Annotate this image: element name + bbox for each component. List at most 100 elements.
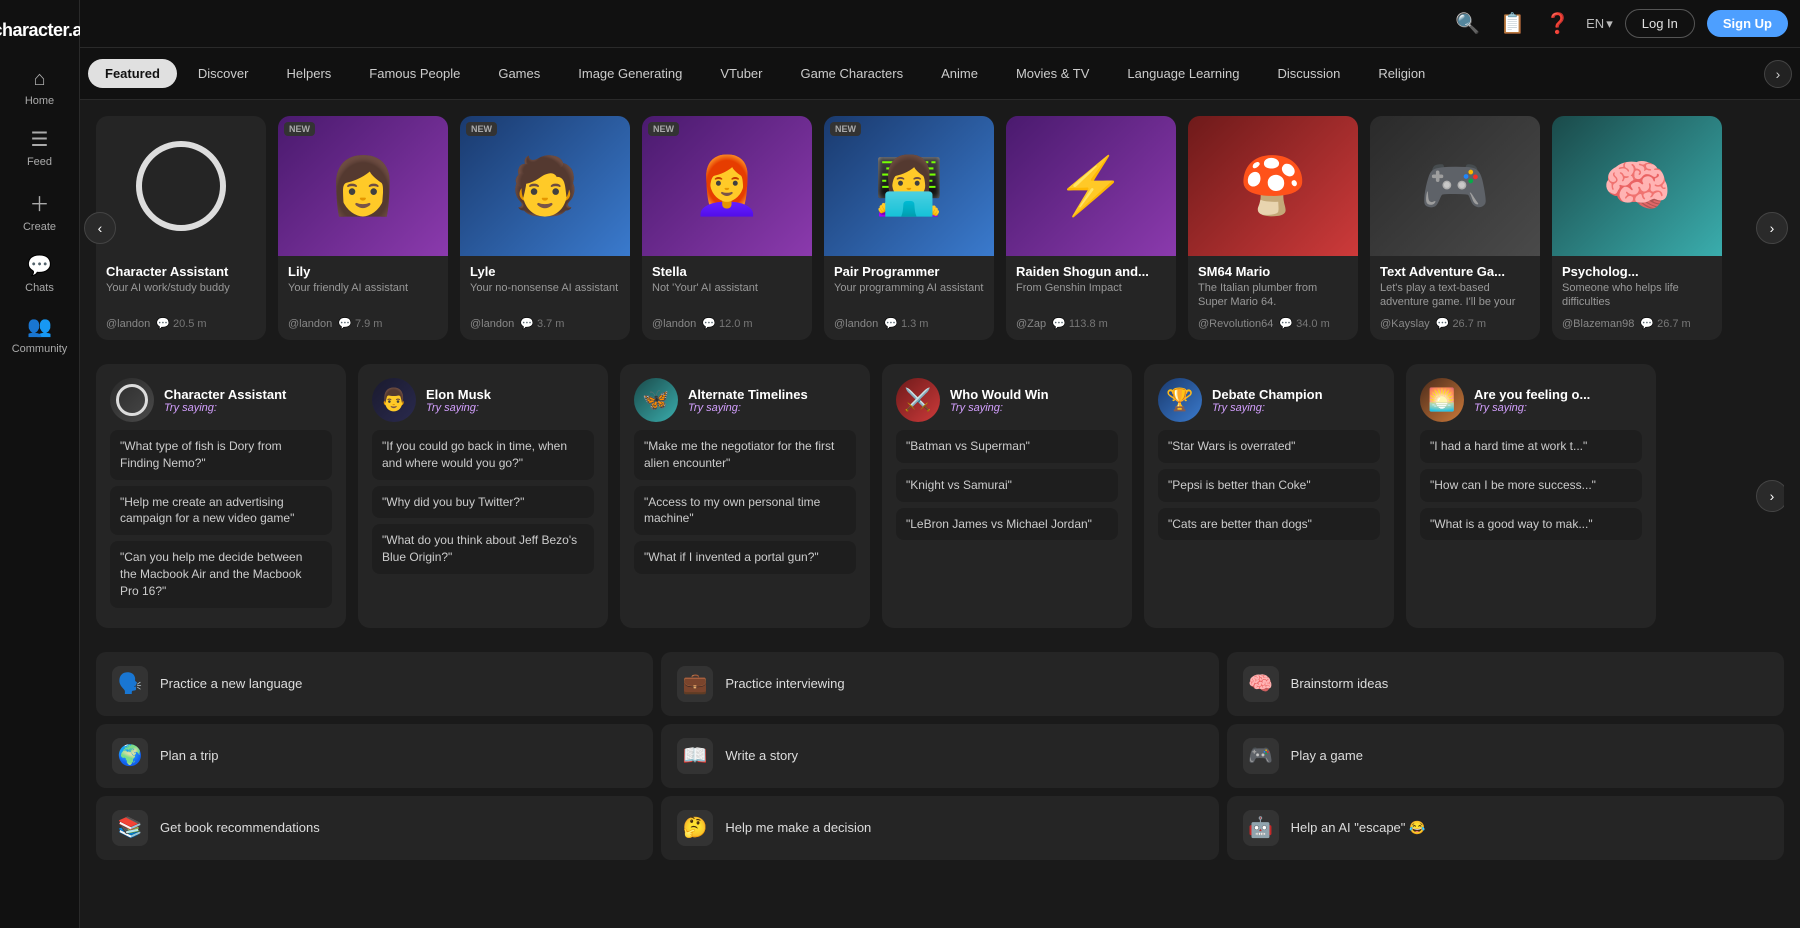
tab-image[interactable]: Image Generating [561,59,699,88]
tab-game-chars[interactable]: Game Characters [783,59,920,88]
quick-action-label: Get book recommendations [160,820,320,835]
try-prompt[interactable]: "Why did you buy Twitter?" [372,486,594,519]
tab-vtuber[interactable]: VTuber [703,59,779,88]
quick-action-book-rec[interactable]: 📚 Get book recommendations [96,796,653,860]
login-button[interactable]: Log In [1625,9,1695,38]
tab-discover[interactable]: Discover [181,59,266,88]
try-prompt[interactable]: "What do you think about Jeff Bezo's Blu… [372,524,594,574]
char-card[interactable]: 👩 NEW Lily Your friendly AI assistant @l… [278,116,448,340]
try-prompt[interactable]: "Pepsi is better than Coke" [1158,469,1380,502]
bookmark-icon[interactable]: 📋 [1496,7,1529,40]
try-prompt[interactable]: "Access to my own personal time machine" [634,486,856,536]
char-card-name: Stella [652,264,802,279]
char-card-meta: @Revolution64 💬 34.0 m [1198,317,1348,330]
quick-action-icon: 🎮 [1243,738,1279,774]
char-card[interactable]: 🎮 Text Adventure Ga... Let's play a text… [1370,116,1540,340]
carousel-prev-button[interactable]: ‹ [84,212,116,244]
help-icon[interactable]: ❓ [1541,7,1574,40]
quick-action-practice-lang[interactable]: 🗣️ Practice a new language [96,652,653,716]
char-card[interactable]: ⚡ Raiden Shogun and... From Genshin Impa… [1006,116,1176,340]
char-card[interactable]: 🧠 Psycholog... Someone who helps life di… [1552,116,1722,340]
try-prompt[interactable]: "Knight vs Samurai" [896,469,1118,502]
try-card[interactable]: 🦋 Alternate Timelines Try saying: "Make … [620,364,870,628]
try-prompt[interactable]: "Cats are better than dogs" [1158,508,1380,541]
char-card-chats: 💬 26.7 m [1436,317,1486,330]
try-card-name: Are you feeling o... [1474,387,1590,402]
quick-action-label: Plan a trip [160,748,219,763]
tab-famous[interactable]: Famous People [352,59,477,88]
try-card-name: Debate Champion [1212,387,1323,402]
try-card-header: 🌅 Are you feeling o... Try saying: [1420,378,1642,422]
char-card-desc: Let's play a text-based adventure game. … [1380,281,1530,309]
try-prompt[interactable]: "Make me the negotiator for the first al… [634,430,856,480]
sidebar-item-chats[interactable]: 💬 Chats [0,243,79,304]
try-prompt[interactable]: "Star Wars is overrated" [1158,430,1380,463]
try-card[interactable]: ⚔️ Who Would Win Try saying: "Batman vs … [882,364,1132,628]
search-icon[interactable]: 🔍 [1451,7,1484,40]
try-prompt[interactable]: "How can I be more success..." [1420,469,1642,502]
sidebar-item-home[interactable]: ⌂ Home [0,58,79,117]
tabs-scroll-right[interactable]: › [1764,60,1792,88]
quick-action-play-game[interactable]: 🎮 Play a game [1227,724,1784,788]
try-card-names: Character Assistant Try saying: [164,387,286,414]
quick-action-practice-interview[interactable]: 💼 Practice interviewing [661,652,1218,716]
chats-icon: 💬 [27,253,52,278]
tab-lang-learn[interactable]: Language Learning [1110,59,1256,88]
try-card[interactable]: 🌅 Are you feeling o... Try saying: "I ha… [1406,364,1656,628]
char-card-author: @Revolution64 [1198,318,1273,330]
sidebar-item-feed[interactable]: ☰ Feed [0,117,79,178]
sidebar-label-home: Home [25,95,54,107]
try-card[interactable]: 👨 Elon Musk Try saying: "If you could go… [358,364,608,628]
quick-action-label: Practice a new language [160,676,302,691]
char-card[interactable]: Character Assistant Your AI work/study b… [96,116,266,340]
try-prompt[interactable]: "I had a hard time at work t..." [1420,430,1642,463]
try-prompt[interactable]: "Can you help me decide between the Macb… [110,541,332,607]
sidebar-label-community: Community [12,343,68,355]
lang-selector[interactable]: EN ▾ [1586,16,1613,32]
try-prompt[interactable]: "What type of fish is Dory from Finding … [110,430,332,480]
tab-movies[interactable]: Movies & TV [999,59,1106,88]
sidebar-item-community[interactable]: 👥 Community [0,304,79,365]
sidebar: character.ai ⌂ Home ☰ Feed ＋ Create 💬 Ch… [0,0,80,928]
char-card[interactable]: 👩‍🦰 NEW Stella Not 'Your' AI assistant @… [642,116,812,340]
try-prompt[interactable]: "Batman vs Superman" [896,430,1118,463]
home-icon: ⌂ [33,68,45,91]
try-prompt[interactable]: "What if I invented a portal gun?" [634,541,856,574]
try-scroll-right[interactable]: › [1756,480,1784,512]
quick-action-label: Brainstorm ideas [1291,676,1389,691]
try-card[interactable]: 🏆 Debate Champion Try saying: "Star Wars… [1144,364,1394,628]
sidebar-item-create[interactable]: ＋ Create [0,178,79,243]
try-avatar: 🌅 [1420,378,1464,422]
carousel-next-button[interactable]: › [1756,212,1788,244]
char-card[interactable]: 🍄 SM64 Mario The Italian plumber from Su… [1188,116,1358,340]
quick-action-make-decision[interactable]: 🤔 Help me make a decision [661,796,1218,860]
char-card-meta: @landon 💬 1.3 m [834,317,984,330]
try-card-name: Character Assistant [164,387,286,402]
try-prompt[interactable]: "If you could go back in time, when and … [372,430,594,480]
tab-games[interactable]: Games [481,59,557,88]
char-card-name: Text Adventure Ga... [1380,264,1530,279]
tab-religion[interactable]: Religion [1361,59,1442,88]
try-card[interactable]: Character Assistant Try saying: "What ty… [96,364,346,628]
try-avatar: 🏆 [1158,378,1202,422]
tab-featured[interactable]: Featured [88,59,177,88]
quick-action-ai-escape[interactable]: 🤖 Help an AI "escape" 😂 [1227,796,1784,860]
char-card-desc: Your programming AI assistant [834,281,984,309]
quick-action-write-story[interactable]: 📖 Write a story [661,724,1218,788]
try-prompt[interactable]: "What is a good way to mak..." [1420,508,1642,541]
quick-action-plan-trip[interactable]: 🌍 Plan a trip [96,724,653,788]
quick-action-icon: 🗣️ [112,666,148,702]
try-prompt[interactable]: "Help me create an advertising campaign … [110,486,332,536]
char-card[interactable]: 🧑 NEW Lyle Your no-nonsense AI assistant… [460,116,630,340]
quick-action-brainstorm[interactable]: 🧠 Brainstorm ideas [1227,652,1784,716]
char-card[interactable]: 👩‍💻 NEW Pair Programmer Your programming… [824,116,994,340]
char-card-desc: Your AI work/study buddy [106,281,256,309]
try-prompt[interactable]: "LeBron James vs Michael Jordan" [896,508,1118,541]
char-card-info: Stella Not 'Your' AI assistant @landon 💬… [642,256,812,340]
char-card-name: Raiden Shogun and... [1016,264,1166,279]
logo[interactable]: character.ai [0,12,91,58]
tab-anime[interactable]: Anime [924,59,995,88]
tab-discussion[interactable]: Discussion [1260,59,1357,88]
tab-helpers[interactable]: Helpers [269,59,348,88]
signup-button[interactable]: Sign Up [1707,10,1788,37]
